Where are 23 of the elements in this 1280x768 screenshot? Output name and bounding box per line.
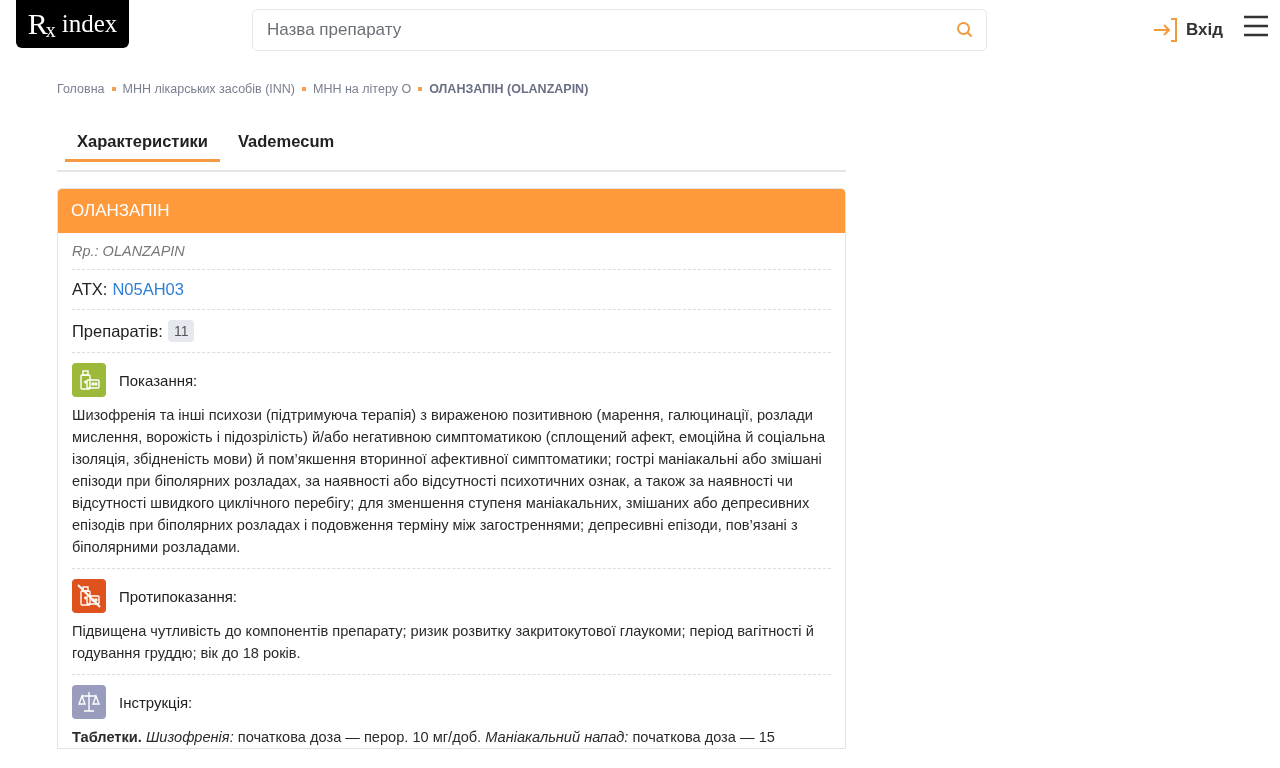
section-text: Шизофренія та інші психози (підтримуюча терапія) з вираженою позитивною (марення, галюцинації, розлади мислення, ворожість і підозрілість) й/або негативною симптоматикою (сплощений афект, емоційна й соціальна ізоляція, збідненість мови) й пом’якшення вторинної афективної симптоматики; гострі маніакальні або змішані епізоди при біполярних розладах, за наявності або відсутності психотичних ознак, а також за наявності чи відсутності швидкого циклічного перебігу; для зменшення ступеня маніакальних, змішаних або депресивних епізодів при біполярних розладах і подовження терміну між загостреннями; депресивні епізоди, пов’язані з біполярними розладами. <box>72 406 827 557</box>
breadcrumb-link[interactable]: МНН на літеру О <box>313 82 412 96</box>
breadcrumb-link[interactable]: МНН лікарських засобів (INN) <box>122 82 296 96</box>
tab[interactable]: Vademecum <box>226 120 347 162</box>
section-title: Протипоказання: <box>119 587 237 605</box>
login-icon <box>1152 16 1180 44</box>
search-field[interactable]: Назва препарату <box>252 9 987 51</box>
logo[interactable]: Rx index <box>16 0 129 48</box>
section-text: Підвищена чутливість до компонентів препарату; ризик розвитку закритокутової глаукоми; період вагітності й годування груддю; вік до 18 років. <box>72 622 815 663</box>
count-badge: 11 <box>167 320 195 342</box>
section-text: Таблетки. Шизофренія: початкова доза — перор. 10 мг/доб. Маніакальний напад: початкова доза — 15 <box>72 728 776 747</box>
section-title: Інструкція: <box>119 693 193 711</box>
atc-code-link[interactable]: N05AH03 <box>112 280 184 299</box>
tab[interactable]: Характеристики <box>65 120 220 162</box>
menu-icon[interactable] <box>1243 15 1270 39</box>
card-title: ОЛАНЗАПІН <box>58 189 845 233</box>
section-title: Показання: <box>119 371 198 389</box>
count-label: Препаратів: <box>72 321 163 341</box>
breadcrumb-link[interactable]: Головна <box>57 82 105 96</box>
login-link[interactable]: Вхід <box>1152 16 1224 44</box>
atc-label: АТХ: <box>72 280 108 299</box>
latin-name: Rp.: OLANZAPIN <box>72 243 185 259</box>
breadcrumb-link[interactable]: ОЛАНЗАПІН (OLANZAPIN) <box>429 82 589 96</box>
